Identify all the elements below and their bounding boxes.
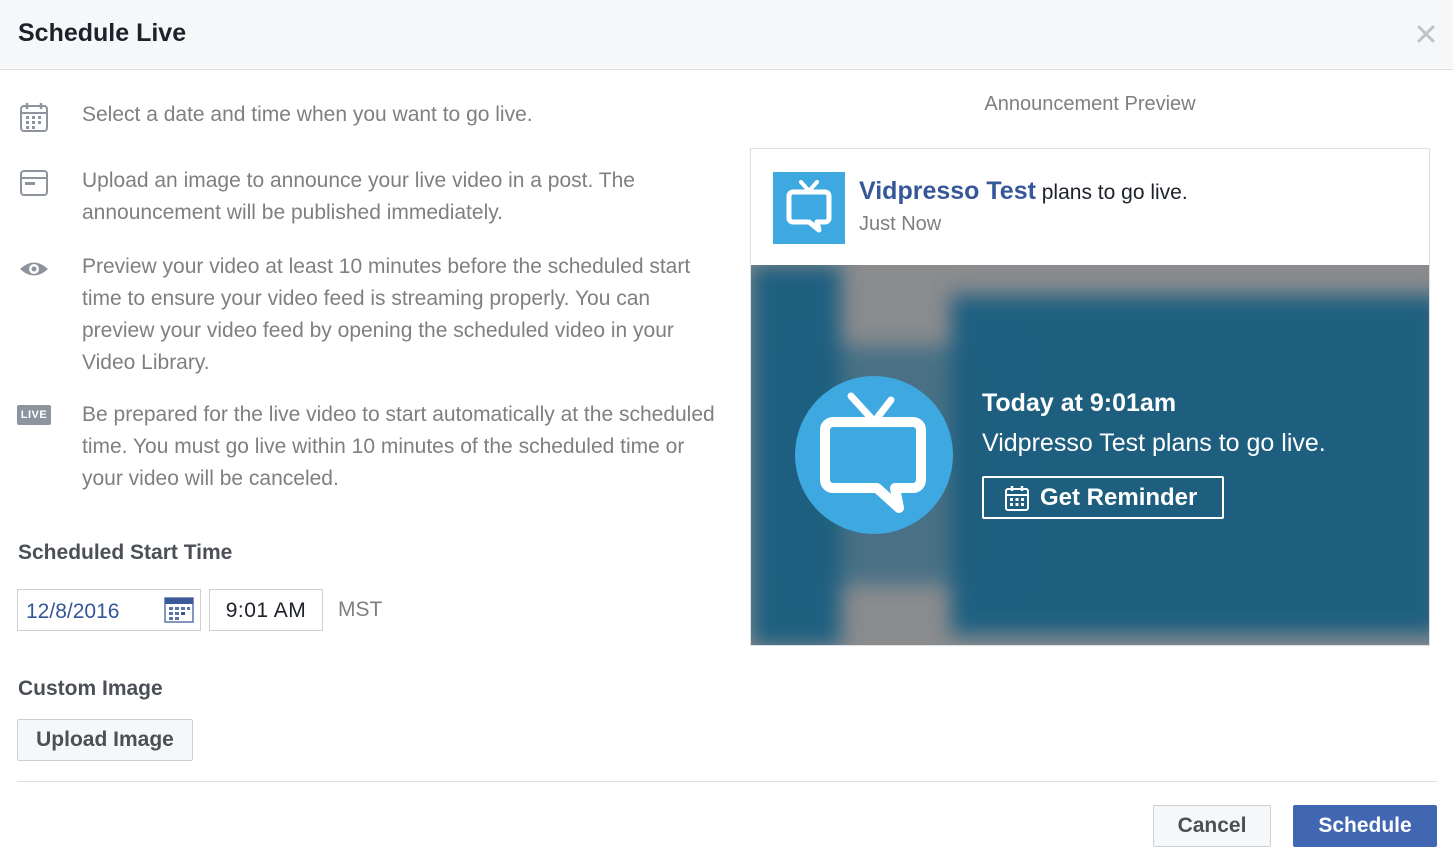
banner-blur-right <box>951 295 1429 635</box>
info-text-date: Select a date and time when you want to … <box>82 103 533 126</box>
post-headline: Vidpresso Test plans to go live. <box>859 177 1188 206</box>
footer-divider <box>17 781 1437 782</box>
page-name-link[interactable]: Vidpresso Test <box>859 177 1036 205</box>
banner-logo <box>795 376 953 534</box>
info-row-image: Upload an image to announce your live vi… <box>16 165 716 235</box>
date-value: 12/8/2016 <box>26 600 120 623</box>
get-reminder-label: Get Reminder <box>1040 483 1198 511</box>
date-picker-icon[interactable] <box>164 597 194 623</box>
announcement-preview-card: Vidpresso Test plans to go live. Just No… <box>750 148 1430 646</box>
get-reminder-button[interactable]: Get Reminder <box>982 476 1224 519</box>
dialog-header: Schedule Live <box>0 0 1453 70</box>
scheduled-start-label: Scheduled Start Time <box>18 541 233 564</box>
announcement-banner: Today at 9:01am Vidpresso Test plans to … <box>751 265 1429 645</box>
tv-logo-icon <box>820 392 926 513</box>
calendar-icon <box>1005 485 1029 511</box>
info-row-preview: Preview your video at least 10 minutes b… <box>16 251 716 381</box>
date-field[interactable]: 12/8/2016 <box>17 589 201 631</box>
timezone-label: MST <box>338 598 383 621</box>
eye-icon <box>16 251 52 287</box>
dialog-title: Schedule Live <box>18 19 187 47</box>
post-text: plans to go live. <box>1035 181 1188 204</box>
post-timestamp: Just Now <box>859 213 942 235</box>
time-field[interactable]: 9:01 AM <box>209 589 323 631</box>
calendar-icon <box>16 99 52 135</box>
window-icon <box>16 165 52 201</box>
page-avatar <box>773 172 845 244</box>
preview-heading: Announcement Preview <box>984 93 1196 115</box>
banner-message: Vidpresso Test plans to go live. <box>982 429 1326 457</box>
info-text-image: Upload an image to announce your live vi… <box>82 169 635 224</box>
banner-schedule-time: Today at 9:01am <box>982 389 1177 417</box>
schedule-button[interactable]: Schedule <box>1293 805 1437 847</box>
live-badge-icon: LIVE <box>17 405 51 425</box>
info-row-live: LIVE Be prepared for the live video to s… <box>16 399 716 499</box>
time-value: 9:01 AM <box>225 599 307 622</box>
info-row-date: Select a date and time when you want to … <box>16 99 716 135</box>
info-text-live: Be prepared for the live video to start … <box>82 403 715 490</box>
upload-image-button[interactable]: Upload Image <box>17 719 193 761</box>
custom-image-label: Custom Image <box>18 677 163 700</box>
close-icon[interactable] <box>1413 21 1439 47</box>
cancel-button[interactable]: Cancel <box>1153 805 1271 847</box>
info-text-preview: Preview your video at least 10 minutes b… <box>82 255 691 374</box>
tv-logo-icon <box>786 180 832 233</box>
